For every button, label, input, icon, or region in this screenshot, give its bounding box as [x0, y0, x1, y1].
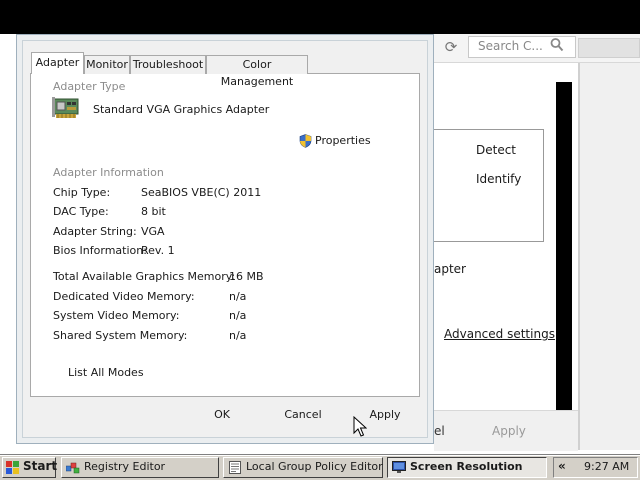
- adapter-string-label: Adapter String:: [53, 225, 137, 238]
- detect-button[interactable]: Detect: [476, 143, 516, 157]
- dac-type-label: DAC Type:: [53, 205, 109, 218]
- system-memory-label: System Video Memory:: [53, 309, 180, 322]
- background-apply-button[interactable]: Apply: [492, 424, 526, 438]
- refresh-icon[interactable]: ⟳: [442, 38, 460, 56]
- clock[interactable]: 9:27 AM: [584, 460, 629, 473]
- window-edge-strip: [578, 38, 640, 58]
- advanced-settings-link[interactable]: Advanced settings: [444, 327, 555, 341]
- scrollbar[interactable]: [556, 82, 572, 420]
- search-icon[interactable]: [550, 37, 566, 55]
- adapter-name: Standard VGA Graphics Adapter: [93, 103, 270, 116]
- windows-logo-icon: [6, 461, 20, 474]
- registry-editor-icon: [65, 461, 80, 474]
- adapter-string-value: VGA: [141, 225, 165, 238]
- monitor-icon: [392, 461, 406, 473]
- tab-troubleshoot[interactable]: Troubleshoot: [130, 55, 206, 74]
- uac-shield-icon: [299, 134, 312, 148]
- shared-memory-value: n/a: [229, 329, 247, 342]
- background-cancel-button[interactable]: el: [434, 424, 445, 438]
- system-memory-value: n/a: [229, 309, 247, 322]
- content-divider: [578, 63, 580, 450]
- graphics-card-icon: [52, 96, 80, 122]
- start-label[interactable]: Start: [23, 459, 57, 473]
- cancel-button[interactable]: Cancel: [274, 408, 332, 424]
- properties-button-label[interactable]: Properties: [315, 134, 371, 147]
- taskbar-item-label: Registry Editor: [84, 460, 166, 473]
- chip-type-label: Chip Type:: [53, 186, 111, 199]
- tab-color-management[interactable]: Color Management: [206, 55, 308, 88]
- tab-adapter[interactable]: Adapter: [31, 52, 84, 74]
- total-memory-label: Total Available Graphics Memory:: [53, 270, 236, 283]
- chip-type-value: SeaBIOS VBE(C) 2011: [141, 186, 262, 199]
- tab-monitor[interactable]: Monitor: [84, 55, 130, 74]
- ok-button[interactable]: OK: [193, 408, 251, 424]
- adapter-type-heading: Adapter Type: [53, 80, 126, 93]
- dedicated-memory-value: n/a: [229, 290, 247, 303]
- bios-information-value: Rev. 1: [141, 244, 175, 257]
- adapter-label-partial: apter: [434, 262, 466, 276]
- taskbar-item-label: Screen Resolution: [410, 460, 523, 473]
- shared-memory-label: Shared System Memory:: [53, 329, 188, 342]
- tray-expand-chevron-icon[interactable]: «: [558, 459, 566, 473]
- total-memory-value: 16 MB: [229, 270, 264, 283]
- adapter-information-heading: Adapter Information: [53, 166, 164, 179]
- dedicated-memory-label: Dedicated Video Memory:: [53, 290, 195, 303]
- list-all-modes-button[interactable]: List All Modes: [68, 366, 144, 379]
- policy-document-icon: [229, 461, 241, 474]
- bios-information-label: Bios Information:: [53, 244, 147, 257]
- top-black-band: [0, 0, 640, 34]
- taskbar-item-label: Local Group Policy Editor: [246, 460, 383, 473]
- search-placeholder: Search C...: [478, 39, 543, 53]
- dac-type-value: 8 bit: [141, 205, 166, 218]
- mouse-cursor-icon: [353, 415, 368, 438]
- identify-button[interactable]: Identify: [476, 172, 521, 186]
